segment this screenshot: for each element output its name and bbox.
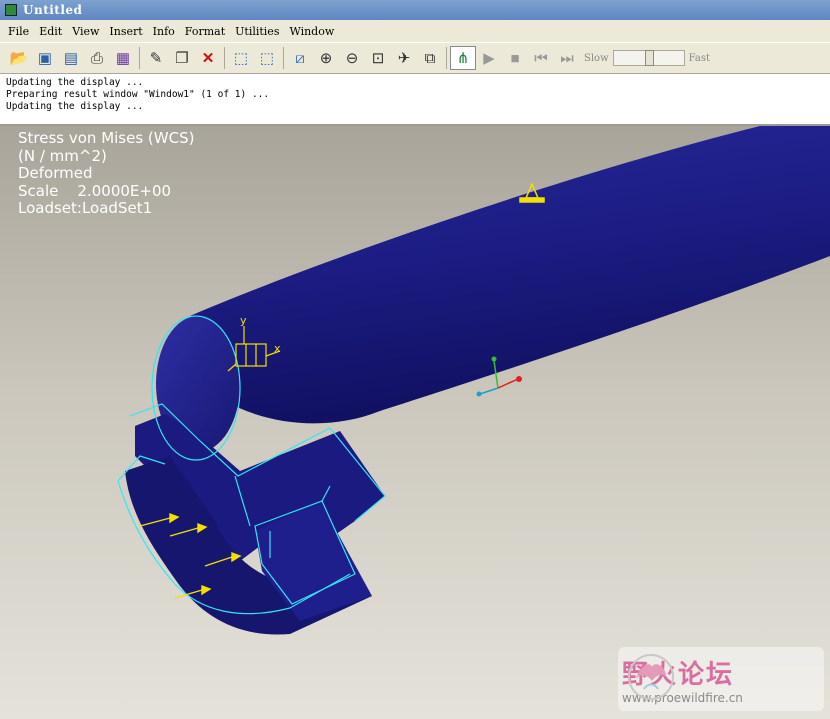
menu-file[interactable]: File (0, 25, 34, 38)
zoom-fit-icon[interactable]: ⧄ (287, 46, 313, 70)
window-title: Untitled (23, 3, 83, 17)
display-icon[interactable]: ▦ (110, 46, 136, 70)
speed-slow-label: Slow (584, 52, 609, 64)
speed-slider[interactable] (612, 50, 685, 66)
model-tree-icon[interactable]: ⋔ (450, 46, 476, 70)
toolbar-separator (224, 47, 225, 69)
legend-deformed: Deformed (18, 164, 93, 182)
message-area: Updating the display ... Preparing resul… (0, 74, 830, 126)
menu-format[interactable]: Format (180, 25, 230, 38)
legend-loadset: Loadset:LoadSet1 (18, 199, 153, 217)
stop-icon[interactable]: ■ (502, 46, 528, 70)
play-icon[interactable]: ▶ (476, 46, 502, 70)
speed-slider-thumb[interactable] (644, 50, 654, 66)
legend-scale: Scale 2.0000E+00 (18, 181, 172, 200)
message-line: Preparing result window "Window1" (1 of … (6, 89, 270, 100)
zoom-window-icon[interactable]: ⊡ (365, 46, 391, 70)
zoom-in-icon[interactable]: ⊕ (313, 46, 339, 70)
axis-label-x: x (274, 342, 281, 355)
legend-quantity: Stress von Mises (WCS) (18, 129, 195, 147)
watermark: 野火论坛 www.proewildfire.cn (618, 647, 824, 711)
reorient-icon[interactable]: ⬚ (228, 46, 254, 70)
speed-fast-label: Fast (688, 52, 711, 64)
copy-icon[interactable]: ❐ (169, 46, 195, 70)
menu-window[interactable]: Window (284, 25, 339, 38)
title-bar: Untitled (0, 0, 830, 20)
toolbar-separator (283, 47, 284, 69)
menu-info[interactable]: Info (148, 25, 180, 38)
spin-icon[interactable]: ✈ (391, 46, 417, 70)
save-as-icon[interactable]: ▤ (58, 46, 84, 70)
edit-icon[interactable]: ✎ (143, 46, 169, 70)
pipe-body (190, 126, 830, 424)
legend-units: (N / mm^2) (18, 146, 107, 165)
view-options-icon[interactable]: ⧉ (417, 46, 443, 70)
delete-icon[interactable]: ✕ (195, 46, 221, 70)
toolbar-separator (139, 47, 140, 69)
save-icon[interactable]: ▣ (32, 46, 58, 70)
menu-edit[interactable]: Edit (34, 25, 67, 38)
watermark-logo-icon (628, 654, 674, 700)
message-line: Updating the display ... (6, 101, 144, 112)
step-back-icon[interactable]: ⏮ (528, 46, 554, 70)
repaint-icon[interactable]: ⬚ (254, 46, 280, 70)
result-legend: Stress von Mises (WCS) (N / mm^2) Deformed… (18, 129, 195, 218)
menu-utilities[interactable]: Utilities (230, 25, 284, 38)
toolbar-separator (446, 47, 447, 69)
open-icon[interactable]: 📂 (6, 46, 32, 70)
zoom-out-icon[interactable]: ⊖ (339, 46, 365, 70)
toolbar: 📂 ▣ ▤ ⎙ ▦ ✎ ❐ ✕ ⬚ ⬚ ⧄ ⊕ ⊖ ⊡ ✈ ⧉ ⋔ ▶ ■ ⏮ … (0, 42, 830, 74)
step-forward-icon[interactable]: ⏭ (554, 46, 580, 70)
print-icon[interactable]: ⎙ (84, 46, 110, 70)
menu-bar: File Edit View Insert Info Format Utilit… (0, 20, 830, 42)
graphics-viewport[interactable]: y x Stress von Mises (WCS) (N / mm^2) Defo… (0, 126, 830, 719)
axis-label-y: y (240, 314, 247, 327)
app-icon (5, 4, 17, 16)
message-line: Updating the display ... (6, 77, 144, 88)
menu-view[interactable]: View (67, 25, 104, 38)
menu-insert[interactable]: Insert (104, 25, 147, 38)
